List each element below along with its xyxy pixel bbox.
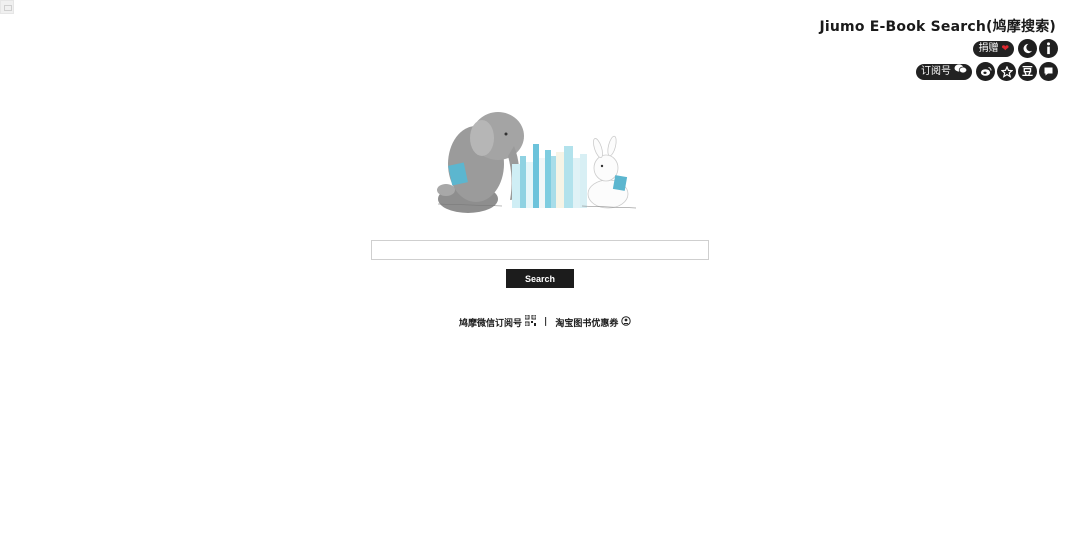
taobao-icon[interactable] bbox=[621, 315, 632, 329]
reading-animals-illustration bbox=[437, 112, 637, 213]
taobao-coupon-link[interactable]: 淘宝图书优惠券 bbox=[555, 316, 618, 329]
search-input[interactable] bbox=[371, 240, 709, 260]
subscribe-label: 订阅号 bbox=[921, 65, 951, 77]
broken-image-icon bbox=[0, 0, 14, 14]
douban-icon[interactable]: 豆 bbox=[1018, 62, 1037, 81]
elephant-illustration bbox=[437, 112, 524, 213]
chat-bubble-icon[interactable] bbox=[1039, 62, 1058, 81]
bunny-illustration bbox=[581, 135, 637, 209]
books-illustration bbox=[512, 144, 587, 208]
wechat-icon bbox=[954, 63, 968, 80]
info-icon[interactable] bbox=[1039, 39, 1058, 58]
weibo-icon[interactable] bbox=[976, 62, 995, 81]
header-toolbar-top: 捐赠 ❤ bbox=[973, 39, 1058, 58]
donate-button[interactable]: 捐赠 ❤ bbox=[973, 40, 1014, 57]
heart-icon: ❤ bbox=[1001, 43, 1009, 54]
qr-code-icon[interactable] bbox=[524, 314, 537, 329]
search-button[interactable]: Search bbox=[506, 269, 574, 288]
star-icon[interactable] bbox=[997, 62, 1016, 81]
subscribe-button[interactable]: 订阅号 bbox=[916, 63, 972, 80]
footer-links: 鸠摩微信订阅号 | 淘宝图书优惠券 bbox=[459, 314, 632, 329]
moon-icon[interactable] bbox=[1018, 39, 1037, 58]
header-toolbar-social: 订阅号 豆 bbox=[916, 62, 1058, 81]
site-title[interactable]: Jiumo E-Book Search(鸠摩搜索) bbox=[819, 16, 1056, 36]
wechat-subscription-link[interactable]: 鸠摩微信订阅号 bbox=[459, 316, 522, 329]
footer-separator: | bbox=[544, 317, 548, 327]
donate-label: 捐赠 bbox=[978, 42, 999, 54]
